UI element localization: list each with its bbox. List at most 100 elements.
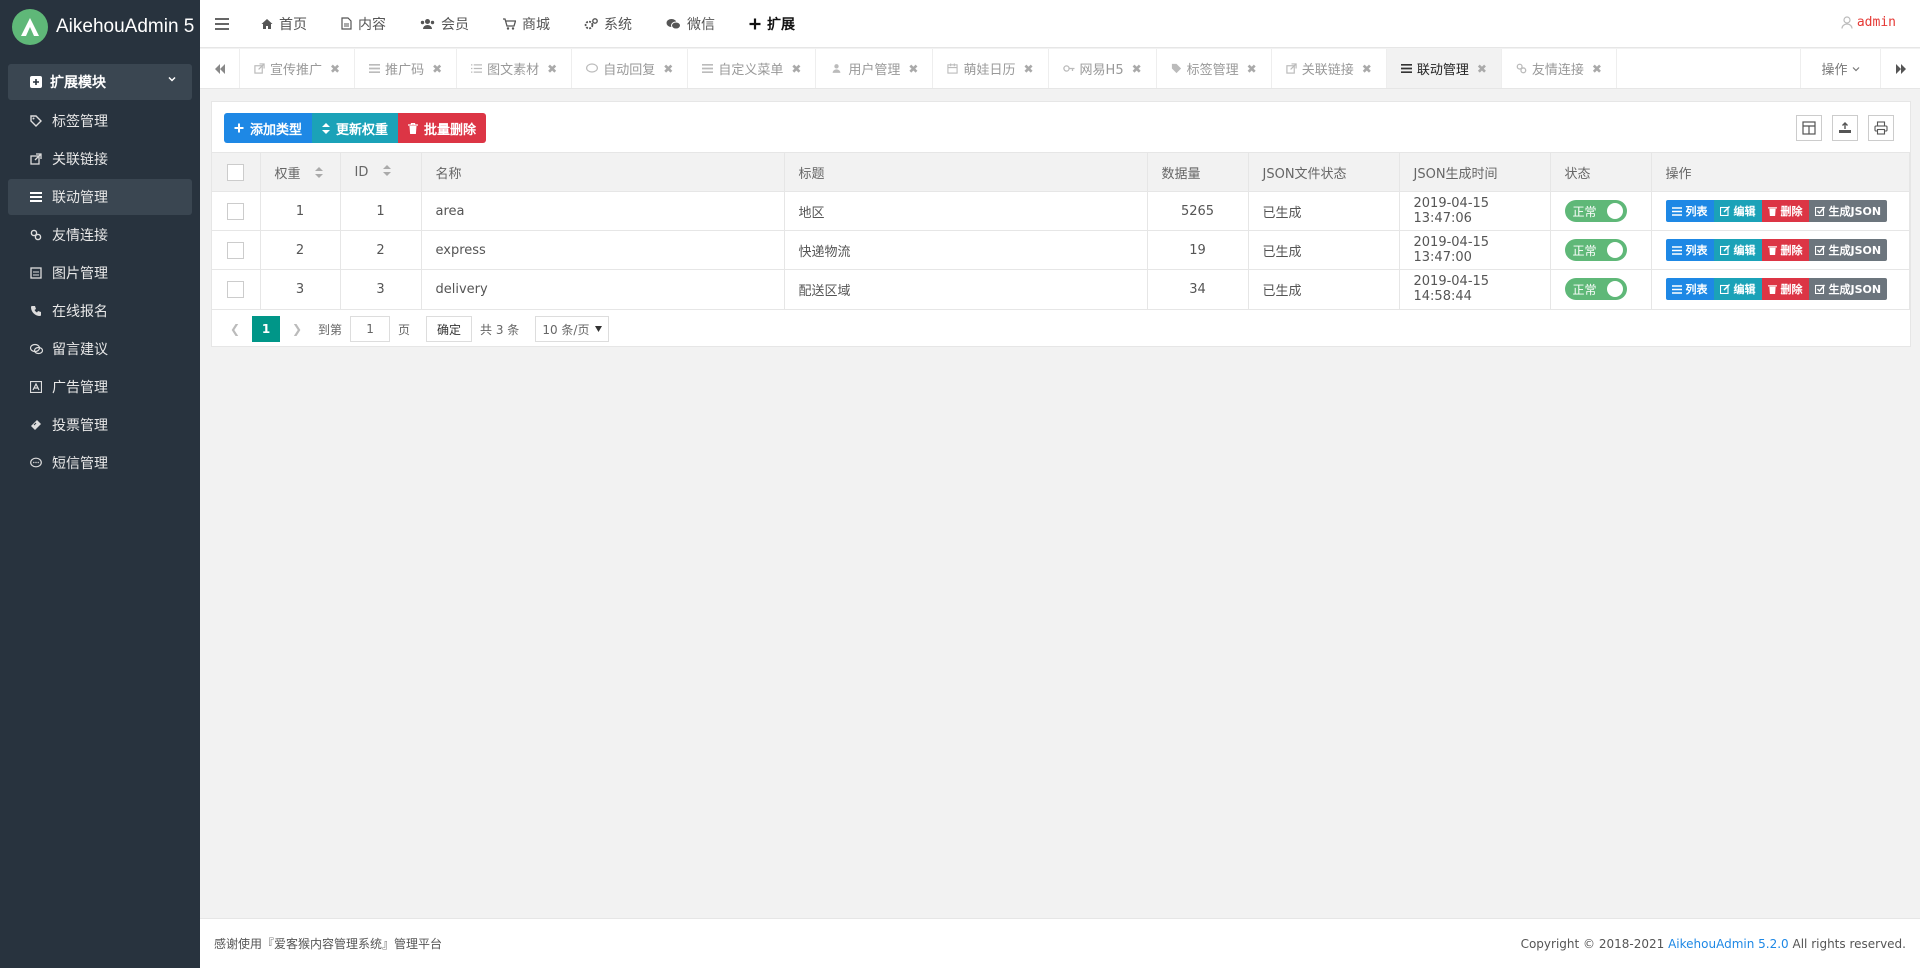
page-input[interactable]: 1 <box>350 316 391 342</box>
sort-icon[interactable] <box>314 166 323 182</box>
page-current[interactable]: 1 <box>252 316 280 342</box>
switch-knob <box>1606 242 1623 258</box>
list-button[interactable]: 列表 <box>1665 278 1714 301</box>
menu-toggle-icon[interactable] <box>200 0 244 48</box>
list-button[interactable]: 列表 <box>1665 200 1714 222</box>
edit-button[interactable]: 编辑 <box>1713 239 1762 261</box>
topnav-home[interactable]: 首页 <box>244 0 324 48</box>
status-switch[interactable]: 正常 <box>1564 200 1627 222</box>
row-select-cell <box>212 230 261 270</box>
edit-button[interactable]: 编辑 <box>1713 278 1762 301</box>
tab-calendar[interactable]: 萌娃日历 ✖ <box>933 49 1049 88</box>
page-confirm-button[interactable]: 确定 <box>426 316 473 342</box>
generate-json-button[interactable]: 生成JSON <box>1808 278 1888 301</box>
sidebar-item-messages[interactable]: 留言建议 <box>0 330 200 368</box>
version-link[interactable]: AikehouAdmin 5.2.0 <box>1668 937 1789 951</box>
cell-count: 5265 <box>1147 191 1249 231</box>
list-button[interactable]: 列表 <box>1665 239 1714 261</box>
close-icon[interactable]: ✖ <box>547 62 557 76</box>
sidebar-item-ads[interactable]: 广告管理 <box>0 368 200 406</box>
select-all-checkbox[interactable] <box>227 163 245 181</box>
delete-button[interactable]: 删除 <box>1761 278 1809 301</box>
close-icon[interactable]: ✖ <box>330 62 340 76</box>
close-icon[interactable]: ✖ <box>432 62 442 76</box>
print-icon[interactable] <box>1868 115 1894 141</box>
row-checkbox[interactable] <box>227 280 245 298</box>
table-tools <box>1786 115 1894 141</box>
edit-button[interactable]: 编辑 <box>1713 200 1762 222</box>
delete-button[interactable]: 删除 <box>1761 200 1809 222</box>
tab-label: 宣传推广 <box>270 63 323 78</box>
sidebar-item-related-links[interactable]: 关联链接 <box>0 140 200 178</box>
export-icon[interactable] <box>1832 115 1858 141</box>
cell-weight[interactable]: 3 <box>260 269 341 309</box>
tab-label: 用户管理 <box>848 63 901 78</box>
sidebar-item-linkage[interactable]: 联动管理 <box>8 179 192 215</box>
row-checkbox[interactable] <box>227 241 245 259</box>
generate-json-button[interactable]: 生成JSON <box>1808 200 1888 222</box>
add-type-button[interactable]: 添加类型 <box>224 113 313 143</box>
batch-delete-button[interactable]: 批量删除 <box>398 113 487 143</box>
tab-netease-h5[interactable]: 网易H5 ✖ <box>1049 49 1157 88</box>
next-page-icon[interactable]: ❯ <box>284 322 310 336</box>
tabs-scroll-left-icon[interactable] <box>200 49 240 88</box>
sidebar-item-signup[interactable]: 在线报名 <box>0 292 200 330</box>
close-icon[interactable]: ✖ <box>1477 62 1487 76</box>
tab-promotion[interactable]: 宣传推广 ✖ <box>240 49 356 88</box>
tab-strip: 宣传推广 ✖ 推广码 ✖ 图文素材 ✖ 自动回复 ✖ 自定义菜单 ✖ 用户管理 … <box>200 49 1920 89</box>
close-icon[interactable]: ✖ <box>1592 62 1602 76</box>
close-icon[interactable]: ✖ <box>908 62 918 76</box>
user-menu[interactable]: admin <box>1841 15 1896 30</box>
generate-json-button[interactable]: 生成JSON <box>1808 239 1888 261</box>
sidebar-item-friend-links[interactable]: 友情连接 <box>0 216 200 254</box>
sort-icon[interactable] <box>382 164 391 180</box>
delete-button[interactable]: 删除 <box>1761 239 1809 261</box>
sidebar-item-votes[interactable]: 投票管理 <box>0 406 200 444</box>
columns-filter-icon[interactable] <box>1796 115 1822 141</box>
col-weight[interactable]: 权重 <box>260 152 341 192</box>
prev-page-icon[interactable]: ❮ <box>222 322 248 336</box>
tab-user-management[interactable]: 用户管理 ✖ <box>816 49 934 88</box>
close-icon[interactable]: ✖ <box>1362 62 1372 76</box>
tab-auto-reply[interactable]: 自动回复 ✖ <box>572 49 689 88</box>
topnav-shop[interactable]: 商城 <box>486 0 567 48</box>
tab-promo-code[interactable]: 推广码 ✖ <box>355 49 458 88</box>
close-icon[interactable]: ✖ <box>1132 62 1142 76</box>
row-checkbox[interactable] <box>227 202 245 220</box>
delete-label: 删除 <box>1780 283 1803 297</box>
tabs-scroll-right-icon[interactable] <box>1880 49 1920 88</box>
trash-icon <box>1767 245 1777 255</box>
sidebar-item-images[interactable]: 图片管理 <box>0 254 200 292</box>
row-ops: 列表 编辑 删除 生成JSON <box>1665 239 1896 261</box>
tab-related-links[interactable]: 关联链接 ✖ <box>1272 49 1387 88</box>
tab-custom-menu[interactable]: 自定义菜单 ✖ <box>688 49 817 88</box>
sidebar-item-sms[interactable]: 短信管理 <box>0 444 200 482</box>
sidebar-group-extensions[interactable]: 扩展模块 <box>8 64 192 100</box>
update-weight-button[interactable]: 更新权重 <box>312 113 399 143</box>
per-page-select[interactable]: 10 条/页 <box>535 316 610 342</box>
status-switch[interactable]: 正常 <box>1564 239 1627 261</box>
sidebar-item-label: 投票管理 <box>52 418 108 434</box>
topnav-content[interactable]: 内容 <box>324 0 403 48</box>
col-id[interactable]: ID <box>340 152 422 192</box>
topnav-extensions[interactable]: 扩展 <box>732 0 812 48</box>
close-icon[interactable]: ✖ <box>791 62 801 76</box>
sidebar-item-tags[interactable]: 标签管理 <box>0 102 200 140</box>
tab-media[interactable]: 图文素材 ✖ <box>457 49 573 88</box>
sidebar-item-label: 关联链接 <box>52 152 108 168</box>
status-switch[interactable]: 正常 <box>1564 278 1627 301</box>
brand[interactable]: AikehouAdmin 5 <box>0 0 200 54</box>
topnav-wechat[interactable]: 微信 <box>649 0 732 48</box>
close-icon[interactable]: ✖ <box>663 62 673 76</box>
tab-tags[interactable]: 标签管理 ✖ <box>1157 49 1272 88</box>
topnav-members[interactable]: 会员 <box>403 0 486 48</box>
close-icon[interactable]: ✖ <box>1247 62 1257 76</box>
cell-weight[interactable]: 1 <box>260 191 341 231</box>
cell-weight[interactable]: 2 <box>260 230 341 270</box>
tab-friend-links[interactable]: 友情连接 ✖ <box>1502 49 1617 88</box>
users-icon <box>830 63 843 74</box>
tab-linkage[interactable]: 联动管理 ✖ <box>1386 49 1502 88</box>
close-icon[interactable]: ✖ <box>1023 62 1033 76</box>
topnav-system[interactable]: 系统 <box>567 0 649 48</box>
tab-operations-dropdown[interactable]: 操作 <box>1800 49 1880 88</box>
